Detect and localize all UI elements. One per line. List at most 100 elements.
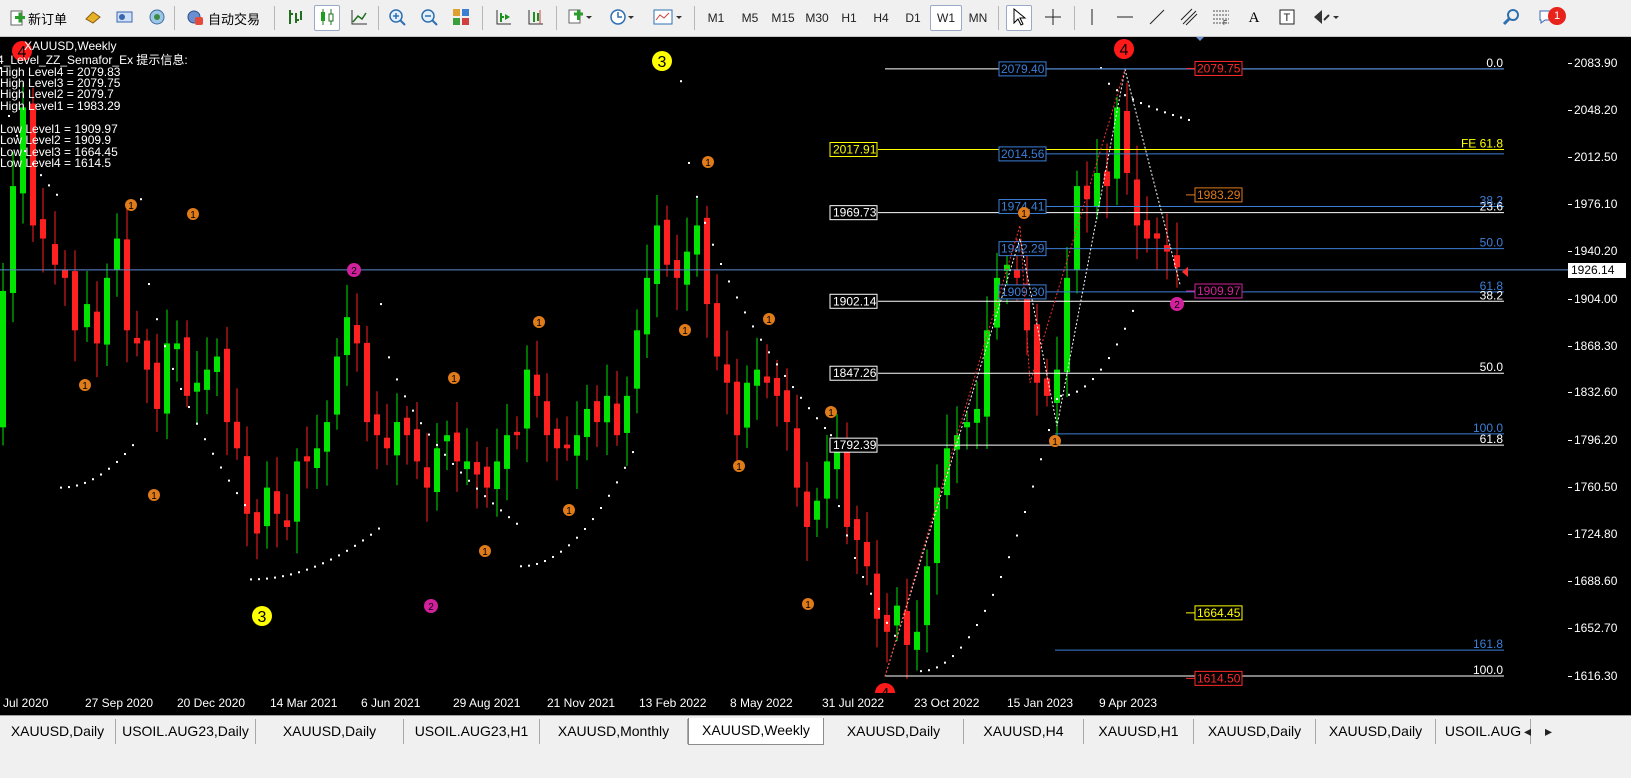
search-button[interactable] [1498, 5, 1524, 31]
chart-tab[interactable]: XAUUSD,Daily [1194, 719, 1316, 744]
sar-dot [1140, 102, 1142, 105]
price-label: 2083.90 [1574, 56, 1618, 70]
sar-dot [944, 661, 946, 664]
sar-dot [1076, 390, 1078, 393]
data-window-button[interactable] [112, 5, 138, 31]
timeframe-m5-button[interactable]: M5 [734, 5, 766, 31]
text-label-button[interactable]: T [1274, 5, 1300, 31]
candle-body [164, 343, 170, 414]
level-box-label: 2079.75 [1197, 61, 1241, 75]
sar-dot [520, 565, 522, 568]
sar-dot [976, 624, 978, 627]
tile-windows-button[interactable] [448, 5, 474, 31]
candle-body [184, 337, 190, 396]
fibonacci-button[interactable]: F [1208, 5, 1234, 31]
timeframe-h1-button[interactable]: H1 [834, 5, 864, 31]
tab-scroll-arrows[interactable]: ◂ ▸ [1524, 723, 1552, 740]
time-label: 9 Apr 2023 [1099, 696, 1158, 710]
scroll-right-icon[interactable]: ▸ [1545, 723, 1552, 739]
candle-body [604, 395, 610, 423]
fibonacci-icon: F [1212, 8, 1230, 29]
price-tick [1568, 628, 1572, 630]
notifications-button[interactable]: 1 [1530, 5, 1566, 31]
candle-body [444, 435, 450, 442]
chart-tab[interactable]: XAUUSD,Monthly [540, 719, 688, 744]
sar-dot [282, 575, 284, 578]
auto-scroll-button[interactable] [490, 5, 516, 31]
candle-body [294, 461, 300, 522]
time-axis[interactable]: Jul 2020 27 Sep 2020 20 Dec 2020 14 Mar 202… [0, 693, 1568, 715]
chart-tab[interactable]: XAUUSD,Daily [0, 719, 116, 744]
candle-body [684, 251, 690, 285]
market-watch-button[interactable] [80, 5, 106, 31]
vertical-line-button[interactable] [1080, 5, 1104, 31]
bar-chart-button[interactable] [282, 5, 308, 31]
fib-percent-label: 50.0 [1480, 236, 1504, 250]
chart-tab[interactable]: USOIL.AUG [1436, 719, 1531, 744]
fib-blue-label: 2014.56 [1001, 147, 1045, 161]
cursor-tool-button[interactable] [1006, 5, 1032, 31]
candle-body [204, 369, 210, 390]
candle-body [414, 429, 420, 462]
navigator-button[interactable] [144, 5, 170, 31]
timeframe-m30-button[interactable]: M30 [800, 5, 834, 31]
sar-dot [680, 80, 682, 83]
main-toolbar: 新订单 自动交易 M1 M5 M15 M30 H1 H4 D1 W1 MN F … [0, 0, 1631, 37]
equidistant-channel-button[interactable] [1176, 5, 1202, 31]
candle-body [764, 376, 770, 383]
chart-tab[interactable]: XAUUSD,H1 [1084, 719, 1194, 744]
new-order-button[interactable]: 新订单 [2, 5, 74, 31]
line-chart-button[interactable] [346, 5, 372, 31]
zoom-out-button[interactable] [416, 5, 442, 31]
time-label: 15 Jan 2023 [1007, 696, 1074, 710]
templates-button[interactable] [648, 5, 688, 31]
sar-dot [250, 578, 252, 581]
timeframe-m1-button[interactable]: M1 [700, 5, 732, 31]
price-chart[interactable]: 2017.91 1969.73 1902.14 1847.26 1792.39 2079.… [0, 37, 1568, 715]
chart-tab[interactable]: USOIL.AUG23,Daily [116, 719, 256, 744]
scroll-left-icon[interactable]: ◂ [1524, 723, 1531, 739]
chart-tab[interactable]: XAUUSD,Weekly [688, 718, 824, 745]
sar-dot [894, 634, 896, 637]
sar-dot [712, 243, 714, 246]
auto-trading-button[interactable]: 自动交易 [178, 5, 268, 31]
candle-body [154, 362, 160, 409]
candle-body [344, 317, 350, 356]
time-label: 27 Sep 2020 [85, 696, 154, 710]
indicators-button[interactable] [562, 5, 598, 31]
candle-body [274, 491, 280, 514]
timeframe-h4-button[interactable]: H4 [866, 5, 896, 31]
sar-dot [1092, 378, 1094, 381]
sar-dot [952, 655, 954, 658]
trendline-button[interactable] [1144, 5, 1170, 31]
candle-body [62, 269, 68, 278]
bar-chart-icon [286, 8, 304, 29]
market-watch-icon [84, 9, 102, 28]
semafor-label: 1 [451, 374, 457, 385]
crosshair-tool-button[interactable] [1040, 5, 1066, 31]
chart-tab[interactable]: XAUUSD,Daily [1316, 719, 1436, 744]
timeframe-d1-button[interactable]: D1 [898, 5, 928, 31]
sar-dot [568, 544, 570, 547]
candlestick-chart-button[interactable] [314, 5, 340, 31]
timeframe-m15-button[interactable]: M15 [766, 5, 800, 31]
arrows-button[interactable] [1308, 5, 1344, 31]
semafor-label: 3 [658, 54, 667, 71]
line-chart-icon [350, 8, 368, 29]
horizontal-line-button[interactable] [1112, 5, 1138, 31]
chart-shift-button[interactable] [522, 5, 548, 31]
chart-tab[interactable]: USOIL.AUG23,H1 [404, 719, 540, 744]
candle-body [52, 244, 58, 265]
sar-dot [808, 407, 810, 410]
text-tool-button[interactable]: A [1242, 5, 1266, 31]
zoom-in-button[interactable] [384, 5, 410, 31]
chart-tab[interactable]: XAUUSD,Daily [256, 719, 404, 744]
periods-button[interactable] [604, 5, 640, 31]
svg-text:F: F [1223, 20, 1227, 26]
candle-body [864, 541, 870, 567]
chart-tab[interactable]: XAUUSD,H4 [964, 719, 1084, 744]
timeframe-w1-button[interactable]: W1 [930, 5, 962, 31]
chart-tab[interactable]: XAUUSD,Daily [824, 719, 964, 744]
timeframe-mn-button[interactable]: MN [962, 5, 994, 31]
price-axis[interactable]: 2083.90 2048.20 2012.50 1976.10 1940.20 1904.… [1568, 37, 1631, 715]
